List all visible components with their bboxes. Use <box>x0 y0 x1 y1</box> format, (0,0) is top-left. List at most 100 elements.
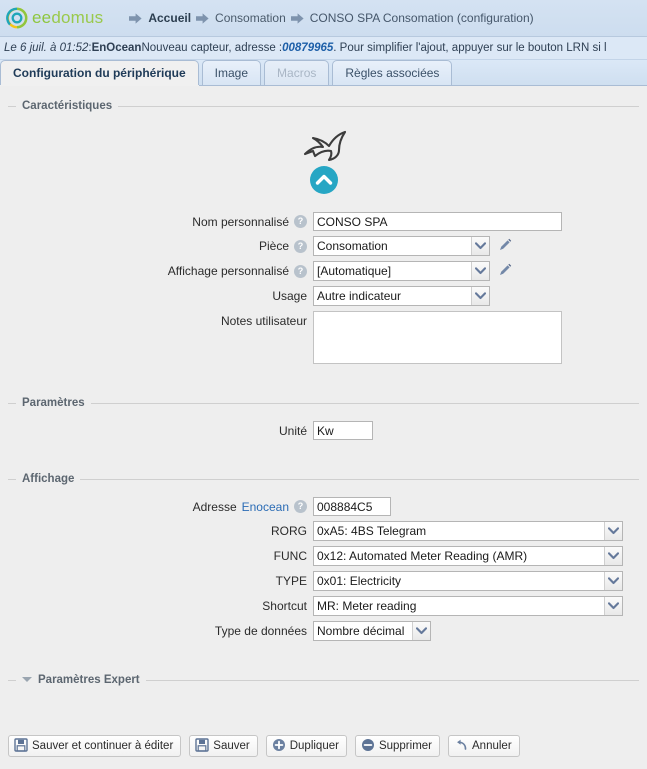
label-affichage-personnalise: Affichage personnalisé ? <box>8 264 313 278</box>
field-row-usage: Usage Autre indicateur <box>8 286 639 306</box>
shortcut-select[interactable]: MR: Meter reading <box>313 596 623 616</box>
section-legend-parametres-expert[interactable]: Paramètres Expert <box>16 674 146 686</box>
notification-text-after: . Pour simplifier l'ajout, appuyer sur l… <box>333 42 607 54</box>
tab-bar: Configuration du périphérique Image Macr… <box>0 60 647 86</box>
field-row-adresse-enocean: Adresse Enocean ? <box>8 497 639 516</box>
affichage-select-wrapper: [Automatique] <box>313 261 490 281</box>
triangle-down-icon[interactable] <box>22 677 32 683</box>
help-icon[interactable]: ? <box>294 215 307 228</box>
arrow-right-icon <box>196 12 209 24</box>
breadcrumb-label: Consomation <box>215 11 286 25</box>
duplicate-button[interactable]: Dupliquer <box>265 735 347 757</box>
floppy-disk-icon <box>14 737 28 755</box>
save-and-continue-button[interactable]: Sauver et continuer à éditer <box>8 735 182 757</box>
section-legend-affichage: Affichage <box>22 473 75 485</box>
label-text: Pièce <box>258 239 289 253</box>
label-adresse-enocean: Adresse Enocean ? <box>8 500 313 514</box>
adresse-enocean-input[interactable] <box>313 497 391 516</box>
unite-input[interactable] <box>313 421 373 440</box>
field-row-unite: Unité <box>8 421 639 454</box>
shortcut-select-wrapper: MR: Meter reading <box>313 596 623 616</box>
label-text: TYPE <box>275 574 307 588</box>
help-icon[interactable]: ? <box>294 239 307 253</box>
label-usage: Usage <box>8 289 313 303</box>
breadcrumb: Accueil Consomation CONSO SPA Consomatio… <box>129 11 534 25</box>
section-legend-caracteristiques: Caractéristiques <box>22 100 113 112</box>
notification-date: Le 6 juil. à 01:52 <box>4 42 89 54</box>
notification-protocol: EnOcean <box>91 42 142 54</box>
field-row-nom-personnalise: Nom personnalisé ? <box>8 212 639 231</box>
logo-circle-icon <box>6 7 28 29</box>
notification-text-before: Nouveau capteur, adresse : <box>141 42 283 54</box>
tab-label: Règles associées <box>345 66 440 80</box>
save-button[interactable]: Sauver <box>189 735 258 757</box>
delete-button[interactable]: Supprimer <box>354 735 441 757</box>
arrow-right-icon <box>129 12 142 24</box>
enocean-link[interactable]: Enocean <box>242 500 289 514</box>
field-row-type-donnees: Type de données Nombre décimal <box>8 621 639 653</box>
eedomus-logo[interactable]: eedomus <box>6 7 103 29</box>
tab-regles-associees[interactable]: Règles associées <box>332 60 453 85</box>
page-root: eedomus Accueil Consomation CONSO SPA Co… <box>0 0 647 769</box>
usage-select-wrapper: Autre indicateur <box>313 286 490 306</box>
label-text: Shortcut <box>262 599 307 613</box>
cancel-button[interactable]: Annuler <box>448 735 520 757</box>
breadcrumb-item-accueil[interactable]: Accueil <box>129 11 191 25</box>
label-text: FUNC <box>273 549 307 563</box>
field-row-piece: Pièce ? Consomation <box>8 236 639 256</box>
notification-address[interactable]: 00879965 <box>282 42 333 54</box>
label-type: TYPE <box>8 574 313 588</box>
func-select-wrapper: 0x12: Automated Meter Reading (AMR) <box>313 546 623 566</box>
breadcrumb-item-conso-spa[interactable]: CONSO SPA Consomation (configuration) <box>290 11 534 25</box>
legend-text: Paramètres Expert <box>38 674 140 686</box>
circle-plus-icon <box>272 738 286 755</box>
type-donnees-select-wrapper: Nombre décimal <box>313 621 431 641</box>
type-donnees-select[interactable]: Nombre décimal <box>313 621 431 641</box>
circle-minus-icon <box>361 738 375 755</box>
button-label: Sauver et continuer à éditer <box>32 740 174 752</box>
tab-label: Image <box>214 66 249 80</box>
button-label: Sauver <box>213 740 250 752</box>
field-row-type: TYPE 0x01: Electricity <box>8 571 639 591</box>
pencil-icon[interactable] <box>497 237 513 256</box>
breadcrumb-label: CONSO SPA Consomation (configuration) <box>309 11 534 25</box>
piece-select[interactable]: Consomation <box>313 236 490 256</box>
label-text: Usage <box>272 289 307 303</box>
action-button-bar: Sauver et continuer à éditer Sauver Dupl… <box>8 735 520 757</box>
tab-image[interactable]: Image <box>201 60 262 85</box>
logo-wordmark: eedomus <box>32 8 103 28</box>
label-type-donnees: Type de données <box>8 624 313 638</box>
help-icon[interactable]: ? <box>294 500 307 513</box>
rorg-select[interactable]: 0xA5: 4BS Telegram <box>313 521 623 541</box>
section-legend-parametres: Paramètres <box>22 397 85 409</box>
section-parametres-expert[interactable]: Paramètres Expert <box>8 674 639 686</box>
tab-configuration-peripherique[interactable]: Configuration du périphérique <box>0 60 199 85</box>
label-text: Affichage personnalisé <box>167 264 289 278</box>
rorg-select-wrapper: 0xA5: 4BS Telegram <box>313 521 623 541</box>
field-row-notes: Notes utilisateur <box>8 311 639 378</box>
label-text-prefix: Adresse <box>192 499 237 514</box>
nom-personnalise-input[interactable] <box>313 212 562 231</box>
button-label: Supprimer <box>378 740 433 752</box>
type-select[interactable]: 0x01: Electricity <box>313 571 623 591</box>
label-unite: Unité <box>8 424 313 438</box>
section-caracteristiques: Caractéristiques Nom personnalisé ? CONS… <box>8 100 639 383</box>
notes-utilisateur-textarea[interactable] <box>313 311 562 364</box>
label-text: Notes utilisateur <box>220 314 307 328</box>
label-text: Type de données <box>214 624 307 638</box>
label-func: FUNC <box>8 549 313 563</box>
help-icon[interactable]: ? <box>294 264 307 278</box>
undo-arrow-icon <box>454 738 468 755</box>
func-select[interactable]: 0x12: Automated Meter Reading (AMR) <box>313 546 623 566</box>
pencil-icon[interactable] <box>497 262 513 281</box>
main-content: Caractéristiques Nom personnalisé ? CONS… <box>0 100 647 686</box>
top-navigation-bar: eedomus Accueil Consomation CONSO SPA Co… <box>0 0 647 37</box>
affichage-personnalise-select[interactable]: [Automatique] <box>313 261 490 281</box>
type-select-wrapper: 0x01: Electricity <box>313 571 623 591</box>
breadcrumb-item-consomation[interactable]: Consomation <box>196 11 286 25</box>
label-text: Nom personnalisé <box>192 214 289 229</box>
usage-select[interactable]: Autre indicateur <box>313 286 490 306</box>
section-affichage: Affichage Adresse Enocean ? RORG 0xA5: 4… <box>8 473 639 658</box>
notification-bar: Le 6 juil. à 01:52 : EnOcean Nouveau cap… <box>0 37 647 60</box>
button-label: Dupliquer <box>289 740 339 752</box>
